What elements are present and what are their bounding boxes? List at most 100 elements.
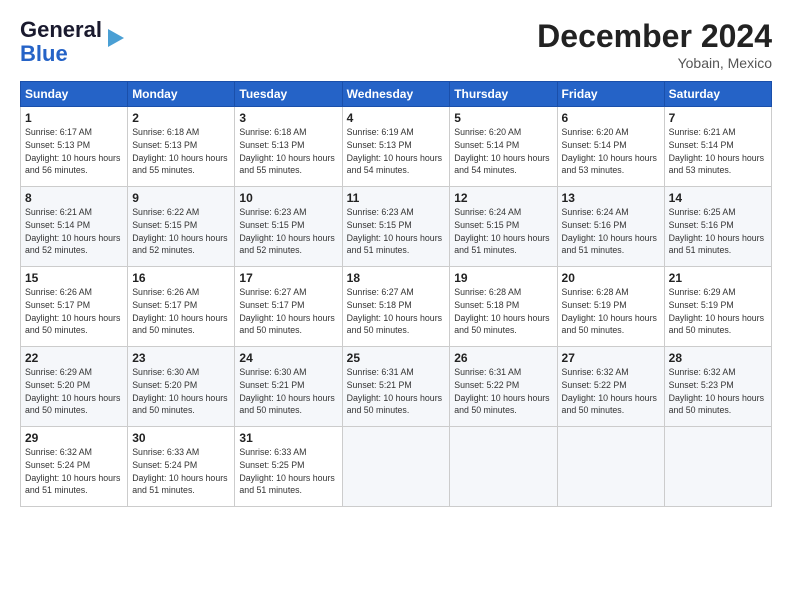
day-number: 13: [562, 191, 660, 205]
calendar-cell: 20Sunrise: 6:28 AMSunset: 5:19 PMDayligh…: [557, 267, 664, 347]
day-info: Sunrise: 6:25 AMSunset: 5:16 PMDaylight:…: [669, 206, 767, 257]
day-info: Sunrise: 6:31 AMSunset: 5:21 PMDaylight:…: [347, 366, 446, 417]
page: General Blue December 2024 Yobain, Mexic…: [0, 0, 792, 612]
day-info: Sunrise: 6:33 AMSunset: 5:24 PMDaylight:…: [132, 446, 230, 497]
day-info: Sunrise: 6:21 AMSunset: 5:14 PMDaylight:…: [25, 206, 123, 257]
day-info: Sunrise: 6:21 AMSunset: 5:14 PMDaylight:…: [669, 126, 767, 177]
day-number: 3: [239, 111, 337, 125]
day-info: Sunrise: 6:18 AMSunset: 5:13 PMDaylight:…: [132, 126, 230, 177]
day-number: 19: [454, 271, 552, 285]
calendar-cell: [450, 427, 557, 507]
day-number: 29: [25, 431, 123, 445]
calendar-table: SundayMondayTuesdayWednesdayThursdayFrid…: [20, 81, 772, 507]
calendar-cell: 25Sunrise: 6:31 AMSunset: 5:21 PMDayligh…: [342, 347, 450, 427]
col-header-thursday: Thursday: [450, 82, 557, 107]
day-info: Sunrise: 6:29 AMSunset: 5:19 PMDaylight:…: [669, 286, 767, 337]
calendar-cell: 22Sunrise: 6:29 AMSunset: 5:20 PMDayligh…: [21, 347, 128, 427]
day-info: Sunrise: 6:32 AMSunset: 5:24 PMDaylight:…: [25, 446, 123, 497]
calendar-cell: 15Sunrise: 6:26 AMSunset: 5:17 PMDayligh…: [21, 267, 128, 347]
calendar-cell: 17Sunrise: 6:27 AMSunset: 5:17 PMDayligh…: [235, 267, 342, 347]
day-number: 23: [132, 351, 230, 365]
calendar-cell: 27Sunrise: 6:32 AMSunset: 5:22 PMDayligh…: [557, 347, 664, 427]
day-info: Sunrise: 6:24 AMSunset: 5:16 PMDaylight:…: [562, 206, 660, 257]
day-number: 5: [454, 111, 552, 125]
calendar-cell: 9Sunrise: 6:22 AMSunset: 5:15 PMDaylight…: [128, 187, 235, 267]
calendar-cell: 8Sunrise: 6:21 AMSunset: 5:14 PMDaylight…: [21, 187, 128, 267]
day-number: 25: [347, 351, 446, 365]
header: General Blue December 2024 Yobain, Mexic…: [20, 18, 772, 71]
day-info: Sunrise: 6:31 AMSunset: 5:22 PMDaylight:…: [454, 366, 552, 417]
logo: General Blue: [20, 18, 126, 66]
calendar-cell: 5Sunrise: 6:20 AMSunset: 5:14 PMDaylight…: [450, 107, 557, 187]
title-block: December 2024 Yobain, Mexico: [537, 18, 772, 71]
calendar-cell: 2Sunrise: 6:18 AMSunset: 5:13 PMDaylight…: [128, 107, 235, 187]
day-number: 1: [25, 111, 123, 125]
calendar-cell: 18Sunrise: 6:27 AMSunset: 5:18 PMDayligh…: [342, 267, 450, 347]
day-number: 8: [25, 191, 123, 205]
calendar-cell: 23Sunrise: 6:30 AMSunset: 5:20 PMDayligh…: [128, 347, 235, 427]
logo-arrow-icon: [106, 27, 126, 49]
day-number: 28: [669, 351, 767, 365]
logo-general: General: [20, 17, 102, 42]
calendar-cell: 26Sunrise: 6:31 AMSunset: 5:22 PMDayligh…: [450, 347, 557, 427]
calendar-cell: 31Sunrise: 6:33 AMSunset: 5:25 PMDayligh…: [235, 427, 342, 507]
calendar-cell: 28Sunrise: 6:32 AMSunset: 5:23 PMDayligh…: [664, 347, 771, 427]
day-info: Sunrise: 6:22 AMSunset: 5:15 PMDaylight:…: [132, 206, 230, 257]
calendar-cell: 13Sunrise: 6:24 AMSunset: 5:16 PMDayligh…: [557, 187, 664, 267]
day-number: 31: [239, 431, 337, 445]
day-info: Sunrise: 6:24 AMSunset: 5:15 PMDaylight:…: [454, 206, 552, 257]
calendar-header-row: SundayMondayTuesdayWednesdayThursdayFrid…: [21, 82, 772, 107]
day-info: Sunrise: 6:32 AMSunset: 5:22 PMDaylight:…: [562, 366, 660, 417]
calendar-week-row: 8Sunrise: 6:21 AMSunset: 5:14 PMDaylight…: [21, 187, 772, 267]
day-info: Sunrise: 6:18 AMSunset: 5:13 PMDaylight:…: [239, 126, 337, 177]
col-header-tuesday: Tuesday: [235, 82, 342, 107]
calendar-cell: 14Sunrise: 6:25 AMSunset: 5:16 PMDayligh…: [664, 187, 771, 267]
day-info: Sunrise: 6:33 AMSunset: 5:25 PMDaylight:…: [239, 446, 337, 497]
col-header-friday: Friday: [557, 82, 664, 107]
day-info: Sunrise: 6:20 AMSunset: 5:14 PMDaylight:…: [562, 126, 660, 177]
calendar-week-row: 22Sunrise: 6:29 AMSunset: 5:20 PMDayligh…: [21, 347, 772, 427]
day-number: 4: [347, 111, 446, 125]
day-number: 16: [132, 271, 230, 285]
day-number: 10: [239, 191, 337, 205]
logo-blue: Blue: [20, 41, 68, 66]
calendar-cell: 12Sunrise: 6:24 AMSunset: 5:15 PMDayligh…: [450, 187, 557, 267]
day-number: 15: [25, 271, 123, 285]
day-info: Sunrise: 6:30 AMSunset: 5:20 PMDaylight:…: [132, 366, 230, 417]
calendar-cell: [664, 427, 771, 507]
day-number: 26: [454, 351, 552, 365]
day-number: 6: [562, 111, 660, 125]
calendar-cell: 29Sunrise: 6:32 AMSunset: 5:24 PMDayligh…: [21, 427, 128, 507]
day-number: 22: [25, 351, 123, 365]
calendar-cell: 30Sunrise: 6:33 AMSunset: 5:24 PMDayligh…: [128, 427, 235, 507]
day-number: 24: [239, 351, 337, 365]
calendar-cell: 4Sunrise: 6:19 AMSunset: 5:13 PMDaylight…: [342, 107, 450, 187]
col-header-wednesday: Wednesday: [342, 82, 450, 107]
calendar-cell: [557, 427, 664, 507]
day-number: 9: [132, 191, 230, 205]
calendar-week-row: 15Sunrise: 6:26 AMSunset: 5:17 PMDayligh…: [21, 267, 772, 347]
day-info: Sunrise: 6:23 AMSunset: 5:15 PMDaylight:…: [347, 206, 446, 257]
day-info: Sunrise: 6:28 AMSunset: 5:19 PMDaylight:…: [562, 286, 660, 337]
calendar-cell: 16Sunrise: 6:26 AMSunset: 5:17 PMDayligh…: [128, 267, 235, 347]
calendar-week-row: 29Sunrise: 6:32 AMSunset: 5:24 PMDayligh…: [21, 427, 772, 507]
day-number: 7: [669, 111, 767, 125]
day-info: Sunrise: 6:32 AMSunset: 5:23 PMDaylight:…: [669, 366, 767, 417]
day-number: 2: [132, 111, 230, 125]
calendar-cell: 10Sunrise: 6:23 AMSunset: 5:15 PMDayligh…: [235, 187, 342, 267]
day-number: 20: [562, 271, 660, 285]
day-number: 14: [669, 191, 767, 205]
col-header-sunday: Sunday: [21, 82, 128, 107]
day-info: Sunrise: 6:30 AMSunset: 5:21 PMDaylight:…: [239, 366, 337, 417]
calendar-cell: 19Sunrise: 6:28 AMSunset: 5:18 PMDayligh…: [450, 267, 557, 347]
day-info: Sunrise: 6:27 AMSunset: 5:17 PMDaylight:…: [239, 286, 337, 337]
day-info: Sunrise: 6:26 AMSunset: 5:17 PMDaylight:…: [25, 286, 123, 337]
col-header-saturday: Saturday: [664, 82, 771, 107]
day-info: Sunrise: 6:29 AMSunset: 5:20 PMDaylight:…: [25, 366, 123, 417]
calendar-cell: [342, 427, 450, 507]
calendar-cell: 11Sunrise: 6:23 AMSunset: 5:15 PMDayligh…: [342, 187, 450, 267]
day-number: 18: [347, 271, 446, 285]
day-info: Sunrise: 6:27 AMSunset: 5:18 PMDaylight:…: [347, 286, 446, 337]
day-number: 12: [454, 191, 552, 205]
day-info: Sunrise: 6:26 AMSunset: 5:17 PMDaylight:…: [132, 286, 230, 337]
